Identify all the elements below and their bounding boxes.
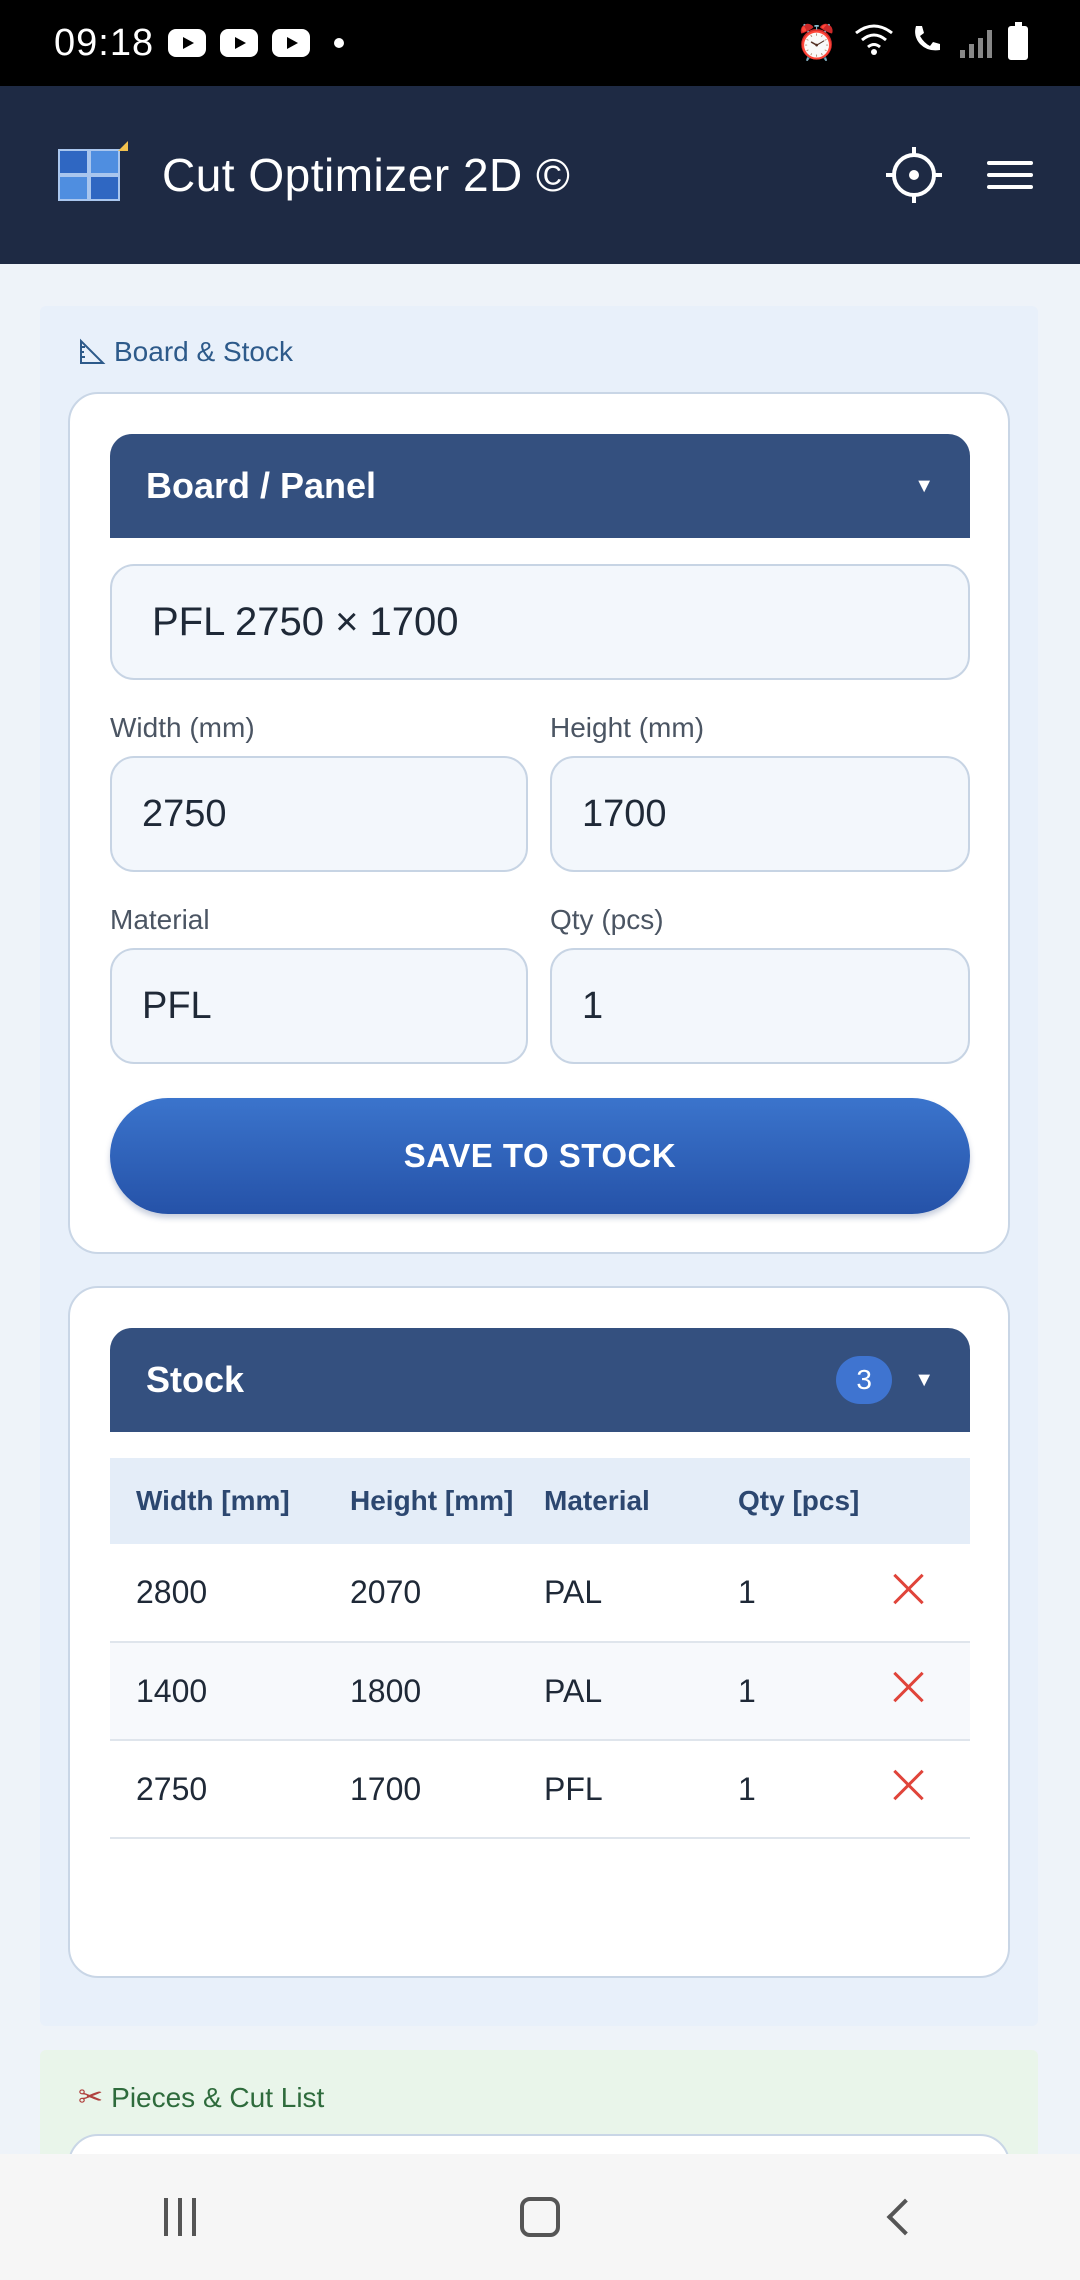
board-stock-section-title: Board & Stock bbox=[78, 336, 293, 368]
pieces-section-title: ✂ Pieces & Cut List bbox=[78, 2080, 324, 2115]
column-header-actions bbox=[866, 1458, 970, 1544]
app-header: Cut Optimizer 2D © bbox=[0, 86, 1080, 264]
main-content[interactable]: Board & Stock Board / Panel ▼ PFL 2750 ×… bbox=[0, 264, 1080, 2154]
youtube-notification-icon bbox=[220, 29, 259, 57]
cell-material: PFL bbox=[518, 1740, 712, 1839]
cell-material: PAL bbox=[518, 1642, 712, 1741]
board-panel-title: Board / Panel bbox=[146, 465, 377, 506]
table-row: 1400 1800 PAL 1 bbox=[110, 1642, 970, 1741]
cell-height: 2070 bbox=[324, 1544, 518, 1643]
table-row: 2800 2070 PAL 1 bbox=[110, 1544, 970, 1643]
section-title-text: Board & Stock bbox=[114, 336, 293, 367]
cell-width: 2750 bbox=[110, 1740, 324, 1839]
stock-header[interactable]: Stock 3 ▼ bbox=[110, 1328, 970, 1432]
cell-qty: 1 bbox=[712, 1642, 866, 1741]
scissors-icon: ✂ bbox=[78, 2081, 104, 2114]
signal-icon bbox=[960, 28, 992, 58]
save-to-stock-button[interactable]: SAVE TO STOCK bbox=[110, 1098, 970, 1214]
cell-qty: 1 bbox=[712, 1740, 866, 1839]
delete-row-icon[interactable] bbox=[892, 1670, 926, 1704]
app-title: Cut Optimizer 2D © bbox=[162, 149, 571, 201]
column-header-height: Height [mm] bbox=[324, 1458, 518, 1544]
cell-actions bbox=[866, 1544, 970, 1643]
width-label: Width (mm) bbox=[110, 712, 255, 743]
youtube-notification-icon bbox=[272, 29, 311, 57]
cell-height: 1700 bbox=[324, 1740, 518, 1839]
chevron-down-icon: ▼ bbox=[914, 1368, 934, 1391]
back-button[interactable] bbox=[840, 2177, 960, 2257]
stock-count-badge: 3 bbox=[836, 1356, 893, 1404]
menu-button[interactable] bbox=[980, 145, 1040, 205]
material-input[interactable]: PFL bbox=[110, 948, 528, 1064]
more-notifications-icon bbox=[334, 38, 345, 48]
back-icon bbox=[886, 2198, 924, 2236]
width-input[interactable]: 2750 bbox=[110, 756, 528, 872]
cell-width: 1400 bbox=[110, 1642, 324, 1741]
gear-icon bbox=[886, 147, 942, 203]
pieces-card bbox=[68, 2134, 1010, 2154]
youtube-notification-icon bbox=[168, 29, 207, 57]
material-label: Material bbox=[110, 904, 210, 935]
status-time: 09:18 bbox=[54, 21, 155, 64]
column-header-qty: Qty [pcs] bbox=[712, 1458, 866, 1544]
qty-label: Qty (pcs) bbox=[550, 904, 664, 935]
stock-table: Width [mm] Height [mm] Material Qty [pcs… bbox=[110, 1458, 970, 1839]
system-nav-bar bbox=[0, 2154, 1080, 2280]
table-row: 2750 1700 PFL 1 bbox=[110, 1740, 970, 1839]
alarm-icon: ⏰ bbox=[795, 24, 838, 62]
board-preset-select[interactable]: PFL 2750 × 1700 bbox=[110, 564, 970, 680]
pieces-cut-list-section: ✂ Pieces & Cut List bbox=[40, 2050, 1038, 2154]
cell-actions bbox=[866, 1642, 970, 1741]
height-label: Height (mm) bbox=[550, 712, 705, 743]
cell-material: PAL bbox=[518, 1544, 712, 1643]
home-icon bbox=[520, 2197, 560, 2237]
call-icon bbox=[910, 22, 944, 65]
table-header-row: Width [mm] Height [mm] Material Qty [pcs… bbox=[110, 1458, 970, 1544]
status-bar: 09:18 ⏰ bbox=[0, 0, 1080, 86]
wifi-icon bbox=[854, 23, 894, 64]
delete-row-icon[interactable] bbox=[892, 1572, 926, 1606]
recents-icon bbox=[164, 2198, 196, 2236]
cell-width: 2800 bbox=[110, 1544, 324, 1643]
board-panel-card: Board / Panel ▼ PFL 2750 × 1700 Width (m… bbox=[68, 392, 1010, 1254]
triangle-ruler-icon bbox=[78, 338, 106, 366]
chevron-down-icon: ▼ bbox=[914, 474, 934, 497]
cell-actions bbox=[866, 1740, 970, 1839]
board-stock-section: Board & Stock Board / Panel ▼ PFL 2750 ×… bbox=[40, 306, 1038, 2026]
section-title-text: Pieces & Cut List bbox=[111, 2081, 325, 2113]
battery-icon bbox=[1008, 22, 1028, 60]
column-header-width: Width [mm] bbox=[110, 1458, 324, 1544]
cell-qty: 1 bbox=[712, 1544, 866, 1643]
app-logo-icon bbox=[58, 141, 128, 201]
stock-card: Stock 3 ▼ Width [mm] Height [mm] Materia… bbox=[68, 1286, 1010, 1978]
stock-title: Stock bbox=[146, 1359, 245, 1400]
cell-height: 1800 bbox=[324, 1642, 518, 1741]
board-panel-header[interactable]: Board / Panel ▼ bbox=[110, 434, 970, 538]
height-input[interactable]: 1700 bbox=[550, 756, 970, 872]
qty-input[interactable]: 1 bbox=[550, 948, 970, 1064]
delete-row-icon[interactable] bbox=[892, 1768, 926, 1802]
recents-button[interactable] bbox=[120, 2177, 240, 2257]
home-button[interactable] bbox=[480, 2177, 600, 2257]
hamburger-menu-icon bbox=[987, 153, 1033, 197]
column-header-material: Material bbox=[518, 1458, 712, 1544]
settings-button[interactable] bbox=[884, 145, 944, 205]
